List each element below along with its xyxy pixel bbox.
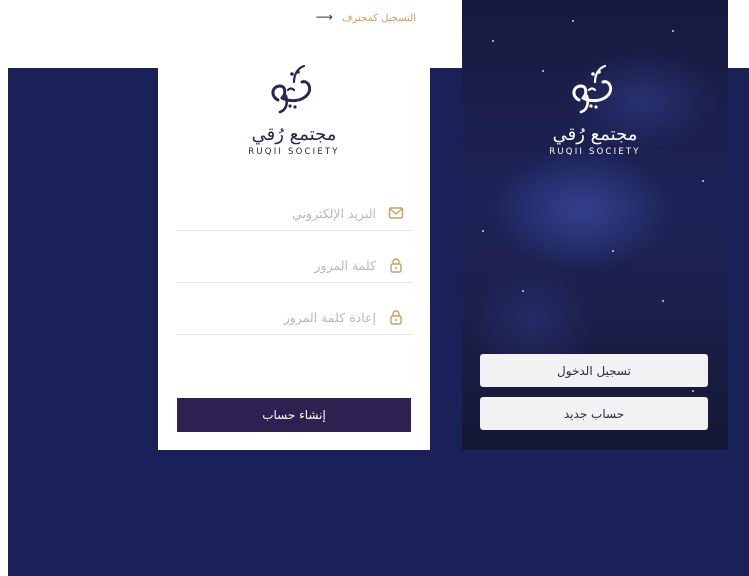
password-placeholder: كلمة المرور [314,257,376,273]
logo-arabic-text: مجتمع رُقي [251,124,337,145]
email-placeholder: البريد الإلكتروني [292,205,376,221]
logo-english-text: RUQII SOCIETY [549,147,641,157]
brand-logo: مجتمع رُقي RUQII SOCIETY [462,62,728,157]
logo-arabic-text: مجتمع رُقي [552,124,638,145]
pro-link-label: التسجيل كمحترف [342,13,416,24]
signup-card: التسجيل كمحترف ⟶ مجتمع رُقي RUQII SOCIET… [158,0,430,450]
star-decoration [612,250,614,252]
email-field[interactable]: البريد الإلكتروني [176,196,412,231]
arrow-right-icon: ⟶ [315,10,333,24]
envelope-icon [388,205,404,221]
lock-icon [388,309,404,325]
confirm-password-field[interactable]: إعادة كلمة المرور [176,300,412,335]
brand-logo: مجتمع رُقي RUQII SOCIETY [158,62,430,157]
star-decoration [662,300,664,302]
professional-signup-link[interactable]: التسجيل كمحترف ⟶ [158,10,430,24]
star-decoration [492,40,494,42]
new-account-button[interactable]: حساب جديد [480,397,708,430]
star-decoration [672,30,674,32]
star-decoration [482,230,484,232]
confirm-password-placeholder: إعادة كلمة المرور [283,309,376,325]
logo-english-text: RUQII SOCIETY [248,147,340,157]
password-field[interactable]: كلمة المرور [176,248,412,283]
star-decoration [702,180,704,182]
star-decoration [572,20,574,22]
star-decoration [522,290,524,292]
login-button[interactable]: تسجيل الدخول [480,354,708,387]
star-decoration [692,390,694,392]
logo-calligraphy-icon [572,64,613,114]
create-account-button[interactable]: إنشاء حساب [177,398,411,432]
lock-icon [388,257,404,273]
logo-calligraphy-icon [271,64,312,114]
splash-panel: مجتمع رُقي RUQII SOCIETY تسجيل الدخول حس… [462,0,728,450]
